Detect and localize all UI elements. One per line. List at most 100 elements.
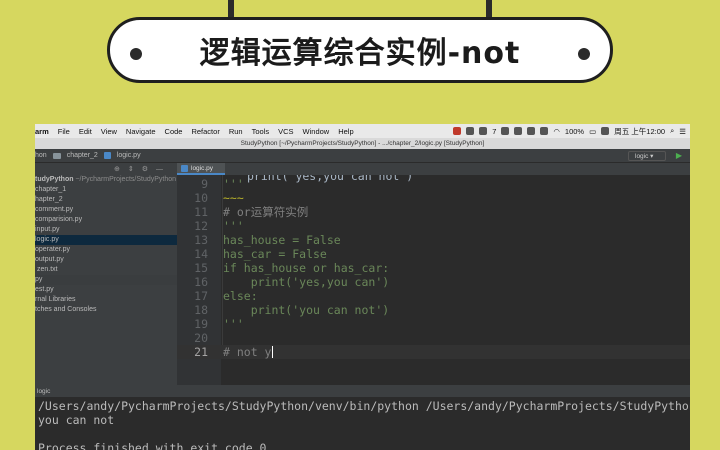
line-number: 13 bbox=[194, 233, 208, 247]
editor-tabs: logic.py bbox=[177, 163, 690, 175]
tray-icon[interactable] bbox=[466, 127, 475, 135]
wifi-icon[interactable]: ◠ bbox=[553, 127, 560, 136]
menu-vcs[interactable]: VCS bbox=[278, 127, 293, 136]
menu-tools[interactable]: Tools bbox=[252, 127, 270, 136]
code-line: 20 bbox=[177, 331, 690, 345]
code-text: # or运算符实例 bbox=[223, 205, 309, 219]
gear-icon[interactable]: ⚙ bbox=[142, 165, 148, 173]
breadcrumb-root[interactable]: hon bbox=[35, 152, 47, 159]
tree-root[interactable]: tudyPython ~/PycharmProjects/StudyPython bbox=[35, 175, 177, 185]
menu-list-icon[interactable]: ☰ bbox=[679, 127, 686, 136]
locate-icon[interactable]: ⊕ bbox=[114, 165, 120, 173]
code-line: 15 if has_house or has_car: bbox=[177, 261, 690, 275]
console-line: you can not bbox=[38, 413, 115, 427]
code-line: 16 print('yes,you can') bbox=[177, 275, 690, 289]
line-number: 20 bbox=[194, 331, 208, 345]
tree-item[interactable]: comment.py bbox=[35, 205, 177, 215]
tree-item[interactable]: chapter_1 bbox=[35, 185, 177, 195]
tree-item-label: chapter_1 bbox=[35, 186, 67, 193]
code-line: 10 ~~~ bbox=[177, 191, 690, 205]
run-config-select[interactable]: logic ▾ bbox=[628, 151, 666, 161]
project-panel: ⊕ ⇕ ⚙ — tudyPython ~/PycharmProjects/Stu… bbox=[35, 163, 177, 385]
navigation-bar: hon chapter_2 logic.py logic ▾ ▶ bbox=[35, 149, 690, 163]
menu-help[interactable]: Help bbox=[338, 127, 353, 136]
tree-item[interactable]: output.py bbox=[35, 255, 177, 265]
mac-menubar: arm File Edit View Navigate Code Refacto… bbox=[35, 124, 690, 138]
tree-item-label: input.py bbox=[35, 226, 60, 233]
menu-window[interactable]: Window bbox=[303, 127, 330, 136]
input-method-icon[interactable] bbox=[601, 127, 610, 135]
breadcrumb-file[interactable]: logic.py bbox=[117, 152, 141, 159]
clock[interactable]: 周五 上午12:00 bbox=[614, 126, 665, 137]
tree-item[interactable]: hapter_2 bbox=[35, 195, 177, 205]
menu-file[interactable]: File bbox=[58, 127, 70, 136]
menu-code[interactable]: Code bbox=[165, 127, 183, 136]
tree-item[interactable]: operater.py bbox=[35, 245, 177, 255]
search-icon[interactable]: ⌕ bbox=[670, 126, 674, 136]
tray-icon[interactable] bbox=[527, 127, 536, 135]
line-number: 17 bbox=[194, 289, 208, 303]
tree-item[interactable]: comparision.py bbox=[35, 215, 177, 225]
tree-item[interactable]: py bbox=[35, 275, 177, 285]
code-line: 11 # or运算符实例 bbox=[177, 205, 690, 219]
collapse-icon[interactable]: ⇕ bbox=[128, 165, 134, 173]
banner-dot-right bbox=[578, 48, 590, 60]
menu-view[interactable]: View bbox=[101, 127, 117, 136]
banner-dot-left bbox=[130, 48, 142, 60]
tray-icon[interactable] bbox=[540, 127, 549, 135]
code-text: if has_house or has_car: bbox=[223, 261, 390, 275]
tree-item-selected[interactable]: logic.py bbox=[35, 235, 177, 245]
project-toolbar: ⊕ ⇕ ⚙ — bbox=[35, 163, 177, 175]
breadcrumb-folder[interactable]: chapter_2 bbox=[67, 152, 98, 159]
run-icon[interactable]: ▶ bbox=[676, 151, 682, 160]
menu-run[interactable]: Run bbox=[229, 127, 243, 136]
line-number: 18 bbox=[194, 303, 208, 317]
tree-item-label: comparision.py bbox=[35, 216, 83, 223]
line-number: 15 bbox=[194, 261, 208, 275]
run-tab[interactable]: logic bbox=[35, 386, 690, 397]
tray-badge: 7 bbox=[492, 126, 497, 136]
tree-item[interactable]: rnal Libraries bbox=[35, 295, 177, 305]
tree-item[interactable]: zen.txt bbox=[35, 265, 177, 275]
code-line: 18 print('you can not') bbox=[177, 303, 690, 317]
battery-icon[interactable]: ▭ bbox=[589, 127, 596, 136]
tree-item-label: est.py bbox=[35, 286, 54, 293]
tray-icon[interactable] bbox=[479, 127, 488, 135]
title-banner: 逻辑运算综合实例-not bbox=[107, 17, 613, 83]
hide-icon[interactable]: — bbox=[156, 166, 163, 173]
code-text: ''' bbox=[223, 317, 244, 331]
code-area[interactable]: print('yes,you can not') 9 ''' 10 ~~~ 11 # … bbox=[177, 175, 690, 385]
tree-item-label: operater.py bbox=[35, 246, 71, 253]
line-number: 19 bbox=[194, 317, 208, 331]
line-number: 21 bbox=[194, 345, 208, 359]
code-text: # not y bbox=[223, 345, 272, 359]
breadcrumb: hon chapter_2 logic.py bbox=[35, 152, 141, 159]
tray-icon[interactable] bbox=[514, 127, 523, 135]
code-editor[interactable]: logic.py print('yes,you can not') 9 ''' 1… bbox=[177, 163, 690, 385]
menu-refactor[interactable]: Refactor bbox=[191, 127, 219, 136]
code-line: 17 else: bbox=[177, 289, 690, 303]
code-line: 9 ''' bbox=[177, 177, 690, 191]
code-text: print('you can not') bbox=[223, 303, 390, 317]
window-title: StudyPython [~/PycharmProjects/StudyPyth… bbox=[35, 138, 690, 149]
code-text: has_house = False bbox=[223, 233, 341, 247]
code-line: 12 ''' bbox=[177, 219, 690, 233]
hanging-bar-left bbox=[228, 0, 234, 18]
run-tab-label: logic bbox=[37, 388, 51, 395]
tab-logic-py[interactable]: logic.py bbox=[177, 163, 225, 175]
text-caret bbox=[272, 346, 273, 358]
console-line: /Users/andy/PycharmProjects/StudyPython/… bbox=[38, 399, 690, 413]
console-line: Process finished with exit code 0 bbox=[38, 441, 267, 450]
line-number: 12 bbox=[194, 219, 208, 233]
app-menu[interactable]: arm bbox=[35, 127, 49, 136]
tree-item[interactable]: est.py bbox=[35, 285, 177, 295]
tree-item-label: tches and Consoles bbox=[35, 306, 97, 313]
tray-icon[interactable] bbox=[501, 127, 510, 135]
tray-app-icon[interactable] bbox=[453, 127, 462, 135]
tree-item[interactable]: tches and Consoles bbox=[35, 305, 177, 315]
menu-edit[interactable]: Edit bbox=[79, 127, 92, 136]
menu-navigate[interactable]: Navigate bbox=[126, 127, 156, 136]
tree-item-label: logic.py bbox=[35, 236, 59, 243]
battery-percent: 100% bbox=[564, 126, 585, 136]
tree-item[interactable]: input.py bbox=[35, 225, 177, 235]
